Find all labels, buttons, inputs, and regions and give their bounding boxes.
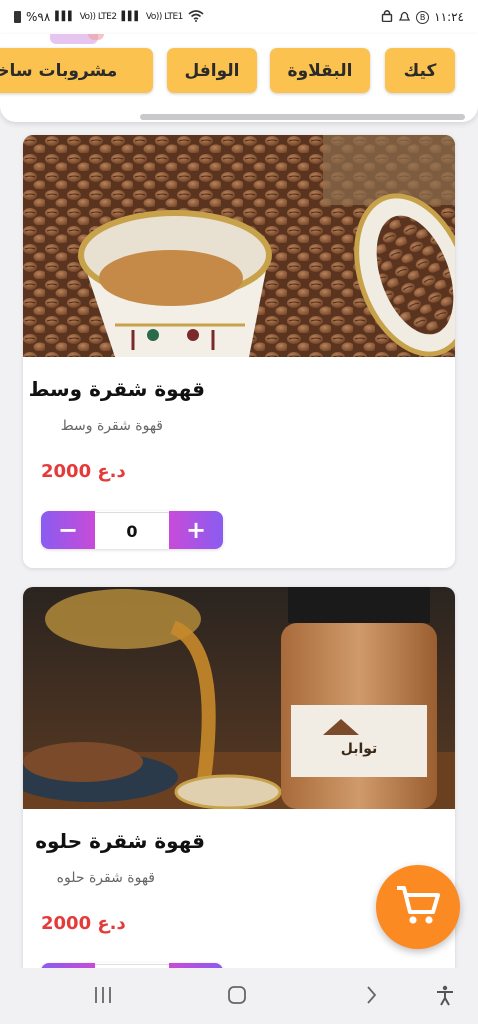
product-title: قهوة شقرة وسط: [28, 377, 205, 401]
battery-icon: [14, 11, 21, 23]
signal-icon: ▌▌▌: [121, 11, 142, 22]
product-price: د.ع 2000: [41, 461, 126, 482]
product-price: د.ع 2000: [41, 913, 126, 934]
bell-icon: [398, 10, 411, 25]
back-icon[interactable]: [360, 984, 382, 1010]
category-peek: [88, 34, 104, 40]
product-description: قهوة شقرة حلوه: [56, 870, 155, 886]
system-nav-bar: [0, 968, 478, 1024]
status-left: %٩٨ ▌▌▌ Vo)) LTE2 ▌▌▌ Vo)) LTE1: [14, 9, 204, 25]
product-image: [23, 135, 455, 357]
status-time: ١١:٢٤: [434, 10, 464, 24]
wifi-icon: [188, 9, 204, 25]
increase-button[interactable]: +: [169, 511, 223, 549]
signal-label-1: Vo)) LTE2: [79, 11, 118, 22]
product-image: توابل: [23, 587, 455, 809]
accessibility-icon[interactable]: [434, 984, 456, 1010]
quantity-stepper: − 0 +: [41, 511, 223, 549]
category-scrollbar[interactable]: [140, 114, 465, 120]
jar-brand-label: توابل: [341, 741, 378, 757]
category-tab-cake[interactable]: كيك: [385, 48, 455, 93]
status-bar: %٩٨ ▌▌▌ Vo)) LTE2 ▌▌▌ Vo)) LTE1 B ١١:٢٤: [0, 0, 478, 34]
signal-icon: ▌▌▌: [55, 11, 75, 22]
decrease-button[interactable]: −: [41, 511, 95, 549]
category-tab-baklava[interactable]: البقلاوة: [270, 48, 370, 93]
category-tab-waffle[interactable]: الوافل: [167, 48, 257, 93]
product-card: قهوة شقرة وسط قهوة شقرة وسط د.ع 2000 − 0…: [23, 135, 455, 568]
cart-button[interactable]: [376, 865, 460, 949]
lock-icon: [381, 9, 393, 25]
b-badge-icon: B: [416, 10, 430, 24]
status-right: B ١١:٢٤: [381, 9, 464, 25]
product-description: قهوة شقرة وسط: [60, 418, 163, 434]
home-icon[interactable]: [226, 984, 248, 1010]
category-bar[interactable]: كيك البقلاوة الوافل مشروبات ساخنة: [0, 34, 478, 122]
category-tab-hot-drinks[interactable]: مشروبات ساخنة: [0, 48, 153, 93]
quantity-value[interactable]: 0: [95, 512, 169, 549]
battery-percent: %٩٨: [26, 10, 51, 24]
cart-icon: [395, 884, 441, 930]
signal-label-2: Vo)) LTE1: [145, 11, 184, 22]
product-title: قهوة شقرة حلوه: [35, 829, 205, 853]
recent-apps-icon[interactable]: [92, 984, 114, 1010]
